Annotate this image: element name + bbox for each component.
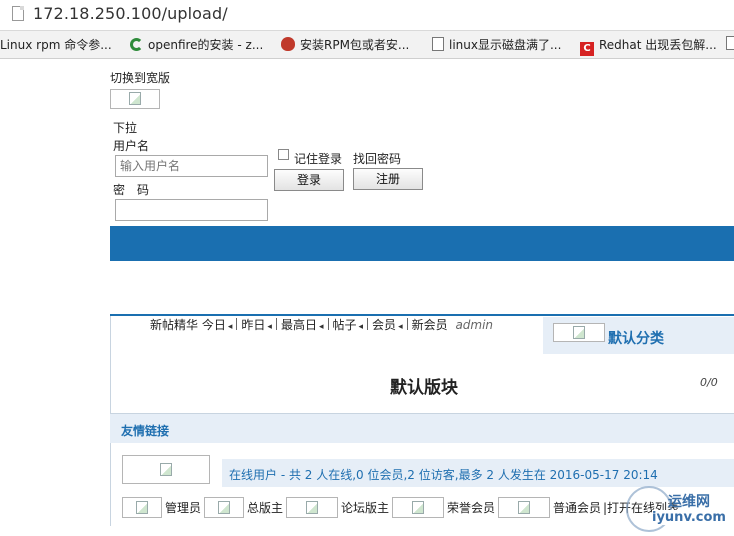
nav-bar: [110, 226, 734, 261]
page-icon: [12, 6, 24, 21]
links-title: 友情链接: [121, 424, 170, 438]
role-super-mod: 总版主: [247, 501, 284, 515]
bookmark-item[interactable]: C Redhat 出现丢包解...: [580, 36, 717, 56]
divider: [406, 318, 408, 330]
watermark-cn: 运维网: [668, 494, 710, 510]
bookmark-label: Linux rpm 命令参...: [0, 38, 112, 52]
broken-image-icon: [218, 500, 230, 514]
divider: [327, 318, 329, 330]
bookmark-label: linux显示磁盘满了...: [449, 38, 562, 52]
arrow-icon: ◂: [318, 322, 324, 332]
stat-new-member: 新会员: [411, 318, 448, 332]
broken-image-icon: [518, 500, 530, 514]
c-icon: [130, 38, 143, 51]
bookmark-item[interactable]: linux显示磁盘满了...: [432, 36, 561, 53]
online-summary[interactable]: 在线用户 - 共 2 人在线,0 位会员,2 位访客,最多 2 人发生在 201…: [229, 466, 658, 483]
forum-counts: 0/0: [700, 376, 718, 389]
role-icon-super-mod: [204, 497, 244, 518]
bookmark-label: Redhat 出现丢包解...: [599, 38, 717, 52]
stat-yesterday: 昨日: [241, 318, 266, 332]
bookmark-item[interactable]: 安装RPM包或者安...: [281, 36, 409, 53]
stat-posts: 帖子: [332, 318, 357, 332]
watermark-logo-icon: [626, 486, 672, 532]
bookmark-label: openfire的安装 - z...: [148, 38, 264, 52]
logo-image: [110, 89, 160, 109]
remember-checkbox[interactable]: [278, 149, 289, 160]
register-button[interactable]: 注册: [353, 168, 423, 190]
role-honor: 荣誉会员: [447, 501, 496, 515]
divider: [367, 318, 369, 330]
role-icon-mod: [286, 497, 338, 518]
role-icon-honor: [392, 497, 444, 518]
switch-wide-link[interactable]: 切换到宽版: [110, 69, 170, 86]
doc-icon: [432, 37, 444, 51]
role-icon-member: [498, 497, 550, 518]
watermark-text: iyunv.com: [652, 510, 726, 525]
stat-digest[interactable]: 精华: [174, 318, 198, 332]
bookmark-label: 安装RPM包或者安...: [300, 38, 410, 52]
bookmark-overflow[interactable]: [726, 36, 734, 51]
divider: [236, 318, 238, 330]
online-summary-bar: 在线用户 - 共 2 人在线,0 位会员,2 位访客,最多 2 人发生在 201…: [222, 459, 734, 487]
password-label: 密 码: [113, 183, 150, 197]
stat-members: 会员: [372, 318, 397, 332]
stat-today: 今日: [201, 318, 226, 332]
bookmark-item[interactable]: openfire的安装 - z...: [130, 36, 263, 53]
username-input[interactable]: [115, 155, 268, 177]
remember-label: 记住登录: [294, 152, 343, 166]
address-bar[interactable]: 172.18.250.100/upload/: [0, 0, 734, 31]
arrow-icon: ◂: [227, 322, 233, 332]
forgot-password-link[interactable]: 找回密码: [353, 150, 401, 167]
url-text[interactable]: 172.18.250.100/upload/: [33, 4, 228, 23]
broken-image-icon: [573, 325, 585, 339]
broken-image-icon: [306, 500, 318, 514]
stats-row: 新帖精华 今日 ◂ 昨日 ◂ 最高日 ◂ 帖子 ◂ 会员 ◂ 新会员 admin: [150, 316, 493, 333]
role-member: 普通会员: [553, 501, 602, 515]
links-header: 友情链接: [110, 413, 734, 443]
redhat-icon: [281, 37, 295, 51]
stat-new-posts[interactable]: 新帖: [150, 318, 174, 332]
category-image: [553, 323, 605, 342]
login-button[interactable]: 登录: [274, 169, 344, 191]
arrow-icon: ◂: [398, 322, 403, 332]
online-image: [122, 455, 210, 484]
password-input[interactable]: [115, 199, 268, 221]
broken-image-icon: [136, 500, 148, 514]
broken-image-icon: [129, 92, 141, 105]
dropdown-link[interactable]: 下拉: [113, 119, 137, 136]
broken-image-icon: [412, 500, 424, 514]
c-red-icon: C: [580, 42, 594, 56]
divider: [275, 318, 277, 330]
arrow-icon: ◂: [358, 322, 364, 332]
arrow-icon: ◂: [267, 322, 272, 332]
bookmark-item[interactable]: Linux rpm 命令参...: [0, 36, 112, 53]
newest-member-link[interactable]: admin: [455, 318, 493, 332]
category-title[interactable]: 默认分类: [608, 328, 664, 348]
category-header: 默认分类: [543, 317, 734, 354]
role-icon-admin: [122, 497, 162, 518]
forum-name[interactable]: 默认版块: [390, 373, 458, 398]
stat-max-day: 最高日: [280, 318, 317, 332]
role-admin: 管理员: [165, 501, 202, 515]
bookmarks-bar: Linux rpm 命令参... openfire的安装 - z... 安装RP…: [0, 31, 734, 59]
role-mod: 论坛版主: [341, 501, 390, 515]
broken-image-icon: [160, 462, 172, 476]
username-label: 用户名: [113, 139, 150, 153]
doc-icon: [726, 36, 734, 50]
